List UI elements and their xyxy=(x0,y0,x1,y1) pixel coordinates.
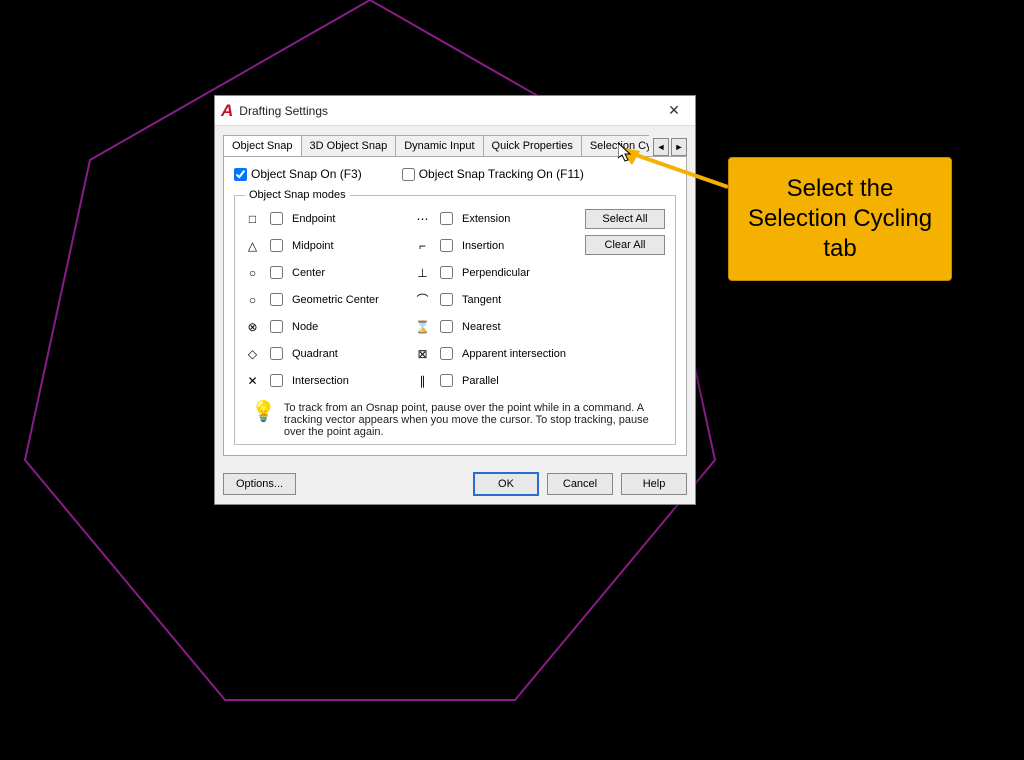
tab-content: Object Snap On (F3) Object Snap Tracking… xyxy=(223,156,687,456)
perpendicular-icon: ⊥ xyxy=(415,265,430,280)
geometric-center-icon: ○ xyxy=(245,292,260,307)
nearest-icon: ⌛ xyxy=(415,319,430,334)
tab-quick-properties[interactable]: Quick Properties xyxy=(483,135,582,156)
dialog-title: Drafting Settings xyxy=(239,104,659,118)
apparent-intersection-checkbox[interactable] xyxy=(440,347,453,360)
select-all-button[interactable]: Select All xyxy=(585,209,665,229)
center-label: Center xyxy=(292,267,325,279)
extension-label: Extension xyxy=(462,213,510,225)
object-snap-tracking-label: Object Snap Tracking On (F11) xyxy=(419,167,584,181)
instruction-callout: Select the Selection Cycling tab xyxy=(728,157,952,281)
nearest-checkbox[interactable] xyxy=(440,320,453,333)
object-snap-tracking-checkbox[interactable]: Object Snap Tracking On (F11) xyxy=(402,167,584,181)
center-icon: ○ xyxy=(245,265,260,280)
parallel-label: Parallel xyxy=(462,375,499,387)
extension-checkbox[interactable] xyxy=(440,212,453,225)
tab-object-snap[interactable]: Object Snap xyxy=(223,135,302,156)
tab-scroll-left-button[interactable]: ◄ xyxy=(653,138,669,156)
apparent-intersection-label: Apparent intersection xyxy=(462,348,566,360)
object-snap-on-label: Object Snap On (F3) xyxy=(251,167,362,181)
tangent-icon: ⌒ xyxy=(415,292,430,307)
tab-dynamic-input[interactable]: Dynamic Input xyxy=(395,135,483,156)
tracking-tip-text: To track from an Osnap point, pause over… xyxy=(284,402,659,438)
geometric-center-label: Geometric Center xyxy=(292,294,379,306)
apparent-intersection-icon: ⊠ xyxy=(415,346,430,361)
endpoint-checkbox[interactable] xyxy=(270,212,283,225)
clear-all-button[interactable]: Clear All xyxy=(585,235,665,255)
node-label: Node xyxy=(292,321,318,333)
instruction-callout-text: Select the Selection Cycling tab xyxy=(748,175,932,262)
perpendicular-checkbox[interactable] xyxy=(440,266,453,279)
center-checkbox[interactable] xyxy=(270,266,283,279)
object-snap-on-checkbox[interactable]: Object Snap On (F3) xyxy=(234,167,362,181)
insertion-checkbox[interactable] xyxy=(440,239,453,252)
endpoint-label: Endpoint xyxy=(292,213,335,225)
autocad-logo-icon: A xyxy=(221,101,233,121)
extension-icon: ⋯ xyxy=(415,211,430,226)
endpoint-icon: □ xyxy=(245,211,260,226)
intersection-icon: ✕ xyxy=(245,373,260,388)
help-button[interactable]: Help xyxy=(621,473,687,495)
insertion-icon: ⌐ xyxy=(415,238,430,253)
object-snap-modes-legend: Object Snap modes xyxy=(245,189,350,201)
quadrant-icon: ◇ xyxy=(245,346,260,361)
tab-strip: Object Snap 3D Object Snap Dynamic Input… xyxy=(215,126,695,156)
tab-scroll-right-button[interactable]: ► xyxy=(671,138,687,156)
lightbulb-icon: 💡 xyxy=(251,402,276,438)
nearest-label: Nearest xyxy=(462,321,501,333)
dialog-footer: Options... OK Cancel Help xyxy=(215,464,695,504)
tangent-label: Tangent xyxy=(462,294,501,306)
cancel-button[interactable]: Cancel xyxy=(547,473,613,495)
intersection-checkbox[interactable] xyxy=(270,374,283,387)
tangent-checkbox[interactable] xyxy=(440,293,453,306)
intersection-label: Intersection xyxy=(292,375,349,387)
drafting-settings-dialog: A Drafting Settings ✕ Object Snap 3D Obj… xyxy=(214,95,696,505)
midpoint-icon: △ xyxy=(245,238,260,253)
close-button[interactable]: ✕ xyxy=(659,99,689,123)
ok-button[interactable]: OK xyxy=(473,472,539,496)
options-button[interactable]: Options... xyxy=(223,473,296,495)
node-icon: ⊗ xyxy=(245,319,260,334)
object-snap-modes-group: Object Snap modes □ Endpoint △ Midpoint ○ C… xyxy=(234,189,676,445)
tracking-tip: 💡 To track from an Osnap point, pause ov… xyxy=(245,402,665,438)
node-checkbox[interactable] xyxy=(270,320,283,333)
tab-3d-object-snap[interactable]: 3D Object Snap xyxy=(301,135,397,156)
quadrant-checkbox[interactable] xyxy=(270,347,283,360)
perpendicular-label: Perpendicular xyxy=(462,267,530,279)
tab-selection-cycling[interactable]: Selection Cycling xyxy=(581,135,649,156)
object-snap-tracking-input[interactable] xyxy=(402,168,415,181)
midpoint-checkbox[interactable] xyxy=(270,239,283,252)
parallel-icon: ∥ xyxy=(415,373,430,388)
object-snap-on-input[interactable] xyxy=(234,168,247,181)
titlebar: A Drafting Settings ✕ xyxy=(215,96,695,126)
midpoint-label: Midpoint xyxy=(292,240,334,252)
parallel-checkbox[interactable] xyxy=(440,374,453,387)
tab-scroll: ◄ ► xyxy=(653,138,687,156)
quadrant-label: Quadrant xyxy=(292,348,338,360)
insertion-label: Insertion xyxy=(462,240,504,252)
geometric-center-checkbox[interactable] xyxy=(270,293,283,306)
